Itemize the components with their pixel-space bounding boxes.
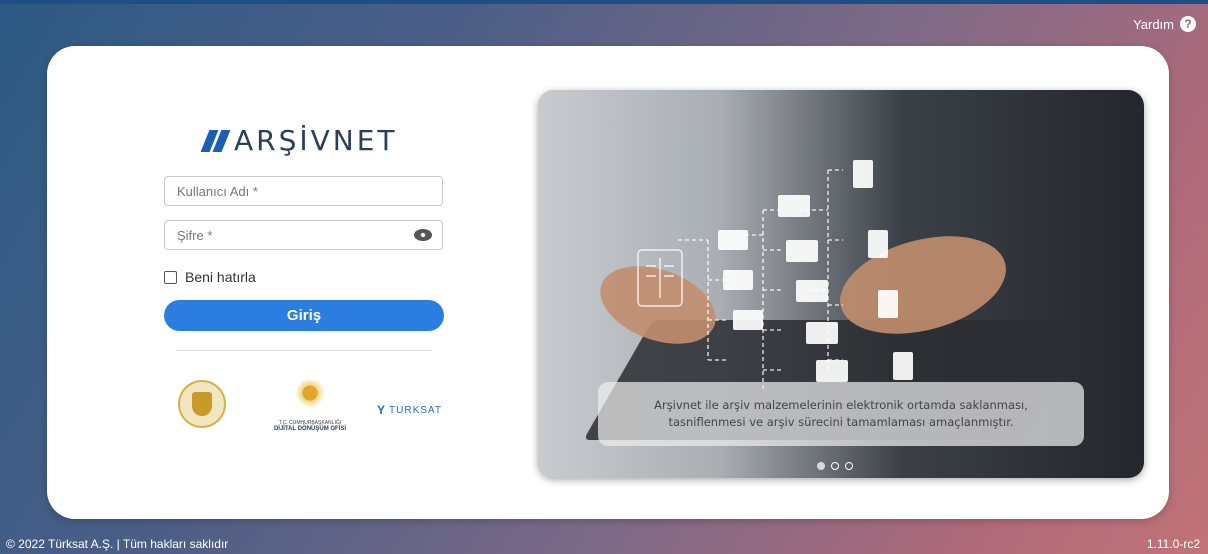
help-label: Yardım	[1133, 16, 1174, 32]
remember-me-label: Beni hatırla	[185, 269, 256, 285]
document-icon	[853, 160, 873, 188]
password-input[interactable]	[175, 226, 414, 244]
password-field[interactable]	[164, 220, 443, 250]
folder-icon	[733, 310, 763, 330]
folder-icon	[816, 360, 848, 382]
top-accent-bar	[0, 0, 1208, 4]
help-link[interactable]: Yardım ?	[1133, 16, 1196, 32]
folder-icon	[778, 195, 810, 217]
login-button[interactable]: Giriş	[164, 300, 444, 331]
carousel-caption: Arşivnet ile arşiv malzemelerinin elektr…	[598, 382, 1084, 446]
carousel-dot-1[interactable]	[817, 462, 825, 470]
folder-icon	[806, 322, 838, 344]
remember-me-checkbox[interactable]	[164, 270, 177, 284]
dijital-donusum-ofisi-logo: T.C. CUMHURBAŞKANLIĞI DİJİTAL DÖNÜŞÜM OF…	[272, 378, 348, 432]
document-icon	[878, 290, 898, 318]
version-text: 1.11.0-rc2	[1146, 537, 1200, 551]
carousel-dot-3[interactable]	[845, 462, 853, 470]
arsivnet-logo: ARŞİVNET	[200, 124, 398, 157]
logo-slashes-icon	[200, 129, 231, 152]
carousel-indicators	[817, 462, 853, 470]
emblem-shield-icon	[192, 392, 212, 416]
hero-carousel: Arşivnet ile arşiv malzemelerinin elektr…	[538, 90, 1144, 478]
trnc-emblem-logo	[178, 380, 226, 428]
folder-icon	[796, 280, 828, 302]
logo-text: ARŞİVNET	[234, 124, 398, 157]
dijital-logo-line2: DİJİTAL DÖNÜŞÜM OFİSİ	[273, 426, 347, 432]
folder-icon	[723, 270, 753, 290]
divider	[176, 350, 432, 351]
copyright-text: © 2022 Türksat A.Ş. | Tüm hakları saklıd…	[6, 537, 229, 551]
remember-me[interactable]: Beni hatırla	[164, 269, 256, 285]
folder-icon	[786, 240, 818, 262]
document-icon	[868, 230, 888, 258]
turksat-mark-icon: Y	[377, 403, 387, 417]
document-icon	[893, 352, 913, 380]
username-input[interactable]	[175, 182, 432, 200]
sun-emblem-icon	[295, 378, 325, 408]
folder-icon	[718, 230, 748, 250]
carousel-dot-2[interactable]	[831, 462, 839, 470]
show-password-eye-icon[interactable]	[414, 229, 432, 241]
username-field[interactable]	[164, 176, 443, 206]
turksat-logo: Y TURKSAT	[377, 403, 442, 417]
question-circle-icon: ?	[1180, 16, 1196, 32]
turksat-text: TURKSAT	[389, 404, 442, 416]
